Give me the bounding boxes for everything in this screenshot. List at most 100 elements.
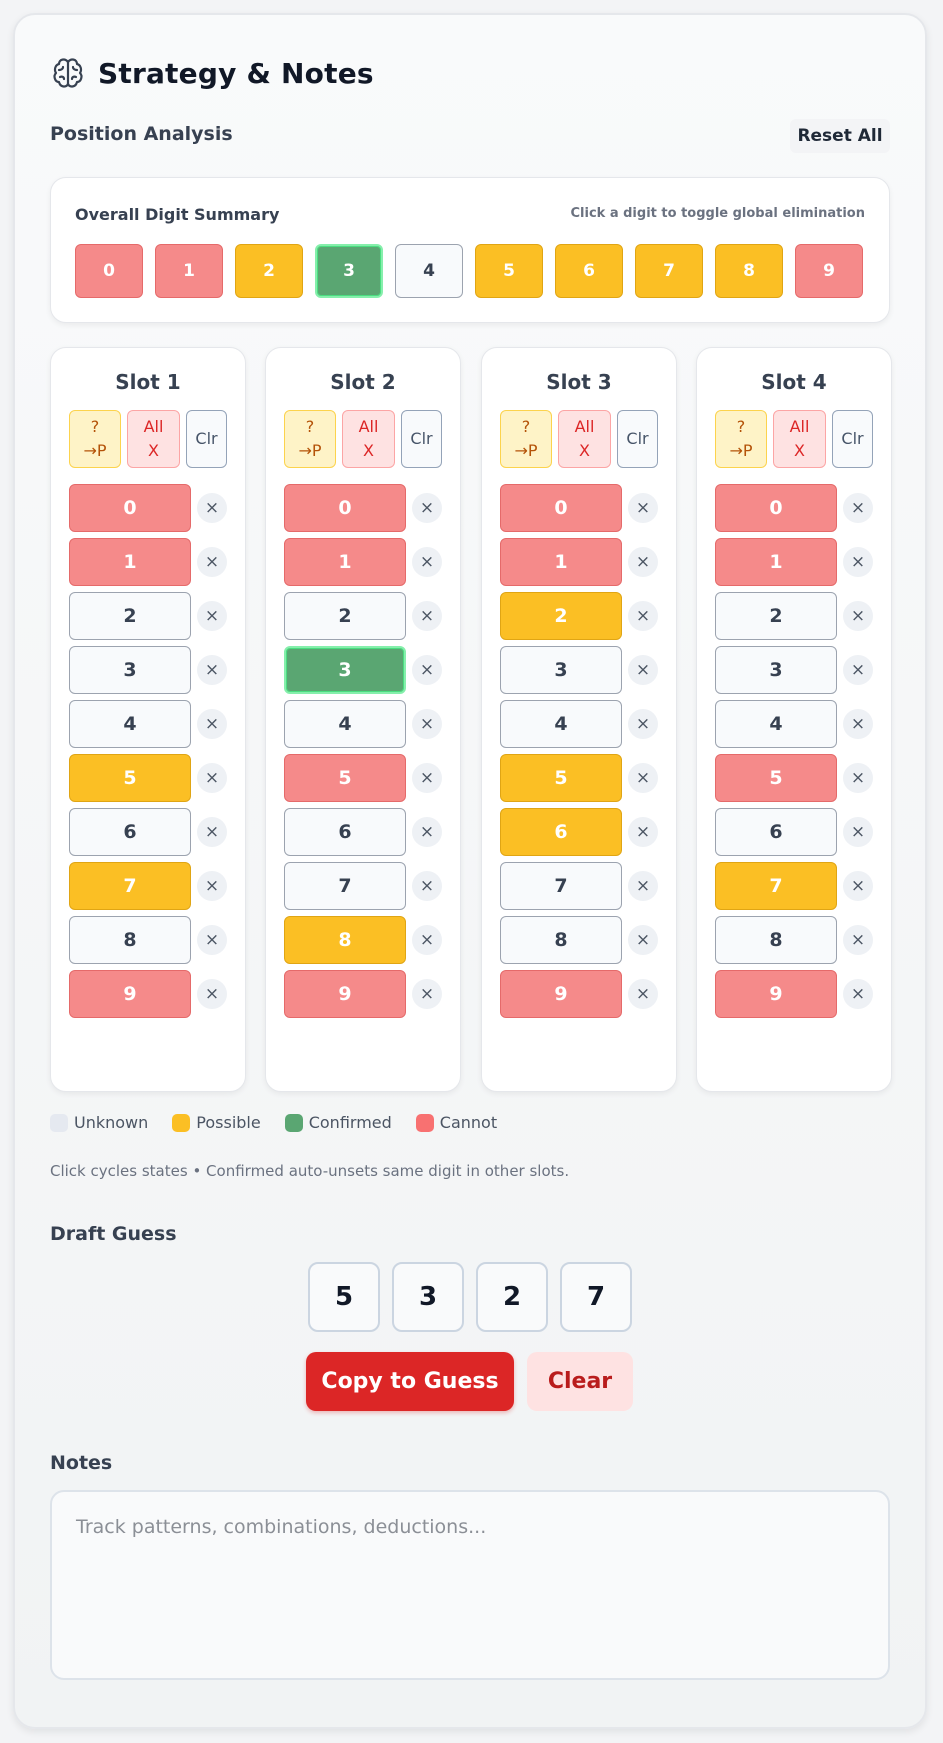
summary-digit-9[interactable]: 9 — [795, 244, 863, 298]
mark-possible-button[interactable]: ? →P — [715, 410, 767, 468]
close-icon[interactable]: × — [628, 493, 658, 523]
slot-3-digit-1[interactable]: 1 — [500, 538, 622, 586]
slot-4-digit-8[interactable]: 8 — [715, 916, 837, 964]
slot-2-digit-5[interactable]: 5 — [284, 754, 406, 802]
slot-1-digit-6[interactable]: 6 — [69, 808, 191, 856]
close-icon[interactable]: × — [628, 709, 658, 739]
close-icon[interactable]: × — [197, 547, 227, 577]
slot-1-digit-8[interactable]: 8 — [69, 916, 191, 964]
slot-3-digit-8[interactable]: 8 — [500, 916, 622, 964]
clear-slot-button[interactable]: Clr — [832, 410, 873, 468]
summary-digit-2[interactable]: 2 — [235, 244, 303, 298]
close-icon[interactable]: × — [843, 763, 873, 793]
copy-to-guess-button[interactable]: Copy to Guess — [306, 1352, 514, 1411]
close-icon[interactable]: × — [843, 655, 873, 685]
notes-textarea[interactable] — [50, 1490, 890, 1680]
close-icon[interactable]: × — [628, 979, 658, 1009]
close-icon[interactable]: × — [628, 871, 658, 901]
close-icon[interactable]: × — [628, 817, 658, 847]
slot-4-digit-6[interactable]: 6 — [715, 808, 837, 856]
summary-digit-0[interactable]: 0 — [75, 244, 143, 298]
slot-1-digit-7[interactable]: 7 — [69, 862, 191, 910]
slot-1-digit-4[interactable]: 4 — [69, 700, 191, 748]
close-icon[interactable]: × — [197, 871, 227, 901]
close-icon[interactable]: × — [843, 493, 873, 523]
slot-2-digit-1[interactable]: 1 — [284, 538, 406, 586]
mark-possible-button[interactable]: ? →P — [500, 410, 552, 468]
summary-digit-4[interactable]: 4 — [395, 244, 463, 298]
close-icon[interactable]: × — [412, 547, 442, 577]
close-icon[interactable]: × — [197, 601, 227, 631]
close-icon[interactable]: × — [197, 655, 227, 685]
slot-2-digit-9[interactable]: 9 — [284, 970, 406, 1018]
slot-1-digit-3[interactable]: 3 — [69, 646, 191, 694]
close-icon[interactable]: × — [628, 925, 658, 955]
close-icon[interactable]: × — [843, 925, 873, 955]
summary-digit-3[interactable]: 3 — [315, 244, 383, 298]
clear-slot-button[interactable]: Clr — [617, 410, 658, 468]
slot-4-digit-1[interactable]: 1 — [715, 538, 837, 586]
slot-4-digit-0[interactable]: 0 — [715, 484, 837, 532]
close-icon[interactable]: × — [843, 547, 873, 577]
close-icon[interactable]: × — [843, 709, 873, 739]
all-cannot-button[interactable]: All X — [773, 410, 826, 468]
slot-1-digit-9[interactable]: 9 — [69, 970, 191, 1018]
close-icon[interactable]: × — [197, 979, 227, 1009]
close-icon[interactable]: × — [412, 871, 442, 901]
all-cannot-button[interactable]: All X — [558, 410, 611, 468]
slot-3-digit-9[interactable]: 9 — [500, 970, 622, 1018]
slot-2-digit-8[interactable]: 8 — [284, 916, 406, 964]
slot-3-digit-6[interactable]: 6 — [500, 808, 622, 856]
slot-1-digit-5[interactable]: 5 — [69, 754, 191, 802]
reset-all-button[interactable]: Reset All — [790, 119, 890, 153]
mark-possible-button[interactable]: ? →P — [284, 410, 336, 468]
close-icon[interactable]: × — [412, 493, 442, 523]
close-icon[interactable]: × — [843, 817, 873, 847]
close-icon[interactable]: × — [412, 709, 442, 739]
slot-3-digit-5[interactable]: 5 — [500, 754, 622, 802]
close-icon[interactable]: × — [412, 979, 442, 1009]
summary-digit-6[interactable]: 6 — [555, 244, 623, 298]
summary-digit-8[interactable]: 8 — [715, 244, 783, 298]
draft-digit-2[interactable]: 3 — [392, 1262, 464, 1332]
close-icon[interactable]: × — [412, 817, 442, 847]
slot-2-digit-7[interactable]: 7 — [284, 862, 406, 910]
slot-3-digit-0[interactable]: 0 — [500, 484, 622, 532]
slot-3-digit-7[interactable]: 7 — [500, 862, 622, 910]
close-icon[interactable]: × — [628, 547, 658, 577]
slot-1-digit-1[interactable]: 1 — [69, 538, 191, 586]
close-icon[interactable]: × — [197, 817, 227, 847]
close-icon[interactable]: × — [628, 763, 658, 793]
slot-4-digit-4[interactable]: 4 — [715, 700, 837, 748]
slot-4-digit-7[interactable]: 7 — [715, 862, 837, 910]
close-icon[interactable]: × — [197, 763, 227, 793]
clear-slot-button[interactable]: Clr — [401, 410, 442, 468]
slot-3-digit-2[interactable]: 2 — [500, 592, 622, 640]
clear-slot-button[interactable]: Clr — [186, 410, 227, 468]
close-icon[interactable]: × — [412, 655, 442, 685]
summary-digit-1[interactable]: 1 — [155, 244, 223, 298]
slot-4-digit-2[interactable]: 2 — [715, 592, 837, 640]
close-icon[interactable]: × — [628, 601, 658, 631]
draft-digit-1[interactable]: 5 — [308, 1262, 380, 1332]
close-icon[interactable]: × — [412, 925, 442, 955]
close-icon[interactable]: × — [843, 871, 873, 901]
slot-1-digit-2[interactable]: 2 — [69, 592, 191, 640]
slot-3-digit-4[interactable]: 4 — [500, 700, 622, 748]
slot-3-digit-3[interactable]: 3 — [500, 646, 622, 694]
close-icon[interactable]: × — [197, 925, 227, 955]
all-cannot-button[interactable]: All X — [342, 410, 395, 468]
close-icon[interactable]: × — [843, 601, 873, 631]
slot-4-digit-3[interactable]: 3 — [715, 646, 837, 694]
slot-1-digit-0[interactable]: 0 — [69, 484, 191, 532]
clear-draft-button[interactable]: Clear — [527, 1352, 633, 1411]
close-icon[interactable]: × — [628, 655, 658, 685]
slot-2-digit-3[interactable]: 3 — [284, 646, 406, 694]
draft-digit-4[interactable]: 7 — [560, 1262, 632, 1332]
mark-possible-button[interactable]: ? →P — [69, 410, 121, 468]
close-icon[interactable]: × — [197, 493, 227, 523]
close-icon[interactable]: × — [412, 763, 442, 793]
slot-2-digit-4[interactable]: 4 — [284, 700, 406, 748]
draft-digit-3[interactable]: 2 — [476, 1262, 548, 1332]
slot-2-digit-2[interactable]: 2 — [284, 592, 406, 640]
